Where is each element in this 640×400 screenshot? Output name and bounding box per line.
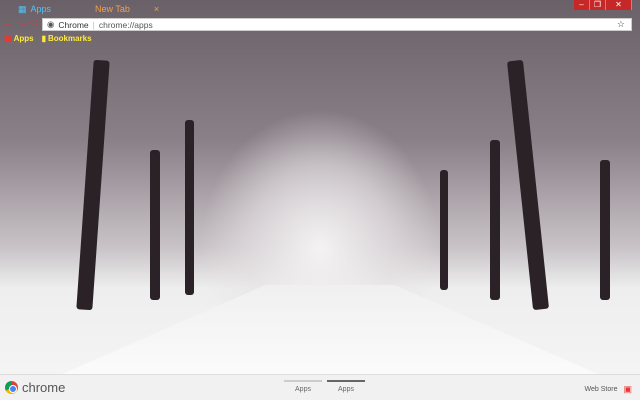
tab-strip: ▦ Apps New Tab × – ❐ ✕ [0, 0, 640, 16]
bookmark-apps[interactable]: ▦ Apps [4, 34, 34, 43]
minimize-button[interactable]: – [574, 0, 590, 10]
page-switcher-apps-2[interactable]: Apps [327, 380, 365, 393]
reload-icon[interactable]: C [30, 18, 37, 29]
web-store-link[interactable]: Web Store ▣ [585, 384, 632, 395]
apps-grid-icon: ▦ [4, 34, 12, 43]
background-tree [600, 160, 610, 300]
background-tree [440, 170, 448, 290]
back-icon[interactable]: ← [4, 18, 14, 29]
toolbar: ← → C ◉ Chrome | chrome://apps ☆ [0, 17, 640, 32]
folder-icon: ▮ [41, 34, 46, 43]
background-tree [490, 140, 500, 300]
chrome-logo[interactable]: chrome [5, 380, 65, 395]
tab-new-tab[interactable]: New Tab × [85, 2, 165, 16]
bookmark-folder[interactable]: ▮ Bookmarks [42, 34, 92, 43]
close-window-button[interactable]: ✕ [606, 0, 632, 10]
close-tab-icon[interactable]: × [154, 4, 159, 14]
chrome-logo-icon [5, 381, 18, 394]
chrome-page-icon: ◉ [47, 19, 55, 29]
web-store-icon: ▣ [623, 384, 632, 394]
apps-footer: chrome Apps Apps Web Store ▣ [0, 374, 640, 400]
forward-icon[interactable]: → [18, 18, 28, 29]
bookmark-star-icon[interactable]: ☆ [617, 19, 625, 30]
omnibox[interactable]: ◉ Chrome | chrome://apps ☆ [42, 18, 632, 31]
background-tree [185, 120, 194, 295]
bookmarks-bar: ▦ Apps ▮ Bookmarks [4, 34, 92, 43]
tab-apps[interactable]: ▦ Apps [8, 2, 78, 16]
background-tree [150, 150, 160, 300]
apps-grid-icon: ▦ [18, 3, 27, 14]
page-switcher-apps-1[interactable]: Apps [284, 380, 322, 393]
maximize-button[interactable]: ❐ [590, 0, 606, 10]
